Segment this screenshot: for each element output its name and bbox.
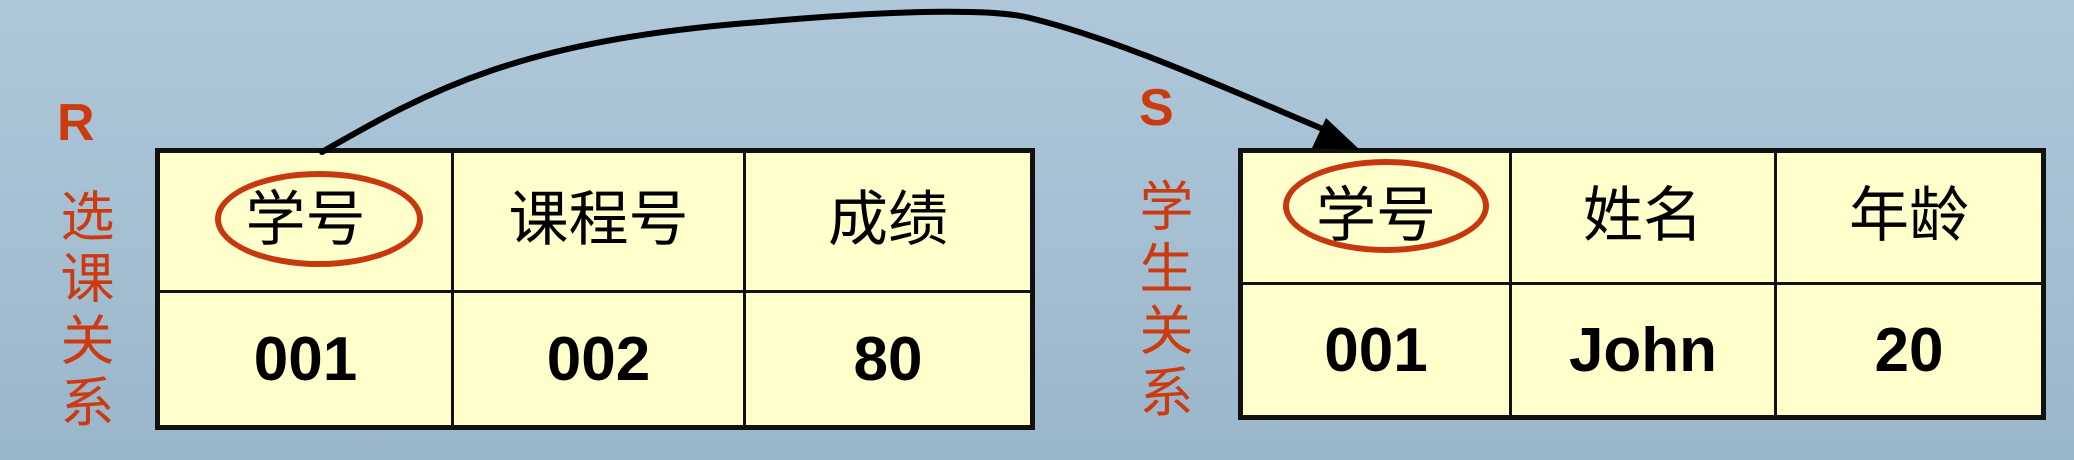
foreign-key-arrow <box>319 8 1360 155</box>
foreign-key-arrow-line <box>319 8 1333 155</box>
arrow-head-icon <box>1312 118 1360 150</box>
relation-diagram: R 选课关系 学号 课程号 成绩 001 002 80 S 学生关系 学号 姓名 <box>0 0 2074 460</box>
